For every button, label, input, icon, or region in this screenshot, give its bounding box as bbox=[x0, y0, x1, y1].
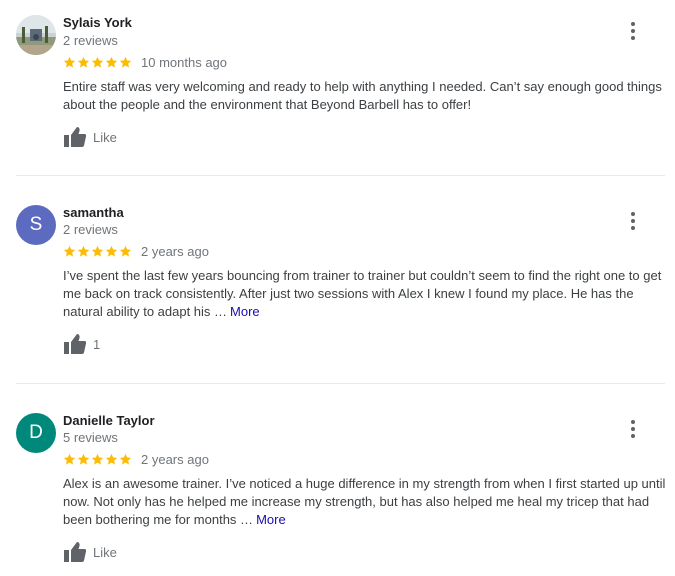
star-icon bbox=[77, 453, 90, 465]
star-icon bbox=[63, 453, 76, 465]
avatar[interactable] bbox=[16, 15, 56, 55]
avatar[interactable]: D bbox=[16, 413, 56, 453]
reviewer-name[interactable]: Danielle Taylor bbox=[63, 413, 155, 428]
review-date: 10 months ago bbox=[141, 54, 228, 70]
thumb-up-icon bbox=[64, 334, 87, 354]
star-rating bbox=[63, 453, 132, 466]
review-date: 2 years ago bbox=[141, 243, 209, 259]
more-vert-icon bbox=[631, 420, 635, 424]
like-button[interactable]: Like bbox=[63, 540, 117, 564]
thumb-up-icon bbox=[64, 127, 87, 147]
rating: 2 years ago bbox=[63, 451, 209, 467]
thumb-up-icon bbox=[64, 542, 87, 562]
more-link[interactable]: More bbox=[256, 512, 286, 527]
star-icon bbox=[119, 56, 132, 68]
star-icon bbox=[91, 56, 104, 68]
reviewer-name[interactable]: samantha bbox=[63, 205, 124, 220]
more-options-button[interactable] bbox=[624, 19, 642, 43]
star-icon bbox=[119, 453, 132, 465]
star-icon bbox=[63, 245, 76, 257]
more-vert-icon bbox=[631, 212, 635, 216]
star-icon bbox=[105, 245, 118, 257]
star-icon bbox=[91, 453, 104, 465]
review-date: 2 years ago bbox=[141, 451, 209, 467]
review-text: I’ve spent the last few years bouncing f… bbox=[63, 267, 669, 321]
more-vert-icon bbox=[631, 22, 635, 26]
star-icon bbox=[105, 453, 118, 465]
star-icon bbox=[77, 245, 90, 257]
avatar[interactable]: S bbox=[16, 205, 56, 245]
profile-photo bbox=[16, 15, 56, 55]
more-options-button[interactable] bbox=[624, 417, 642, 441]
like-label: Like bbox=[93, 544, 117, 560]
rating: 10 months ago bbox=[63, 54, 227, 70]
avatar-initial: S bbox=[29, 214, 43, 235]
star-icon bbox=[77, 56, 90, 68]
more-options-button[interactable] bbox=[624, 209, 642, 233]
review-text: Alex is an awesome trainer. I’ve noticed… bbox=[63, 475, 669, 529]
like-label: Like bbox=[93, 129, 117, 145]
like-button[interactable]: Like bbox=[63, 125, 117, 149]
rating: 2 years ago bbox=[63, 243, 209, 259]
star-icon bbox=[119, 245, 132, 257]
like-button[interactable]: 1 bbox=[63, 332, 100, 356]
avatar-initial: D bbox=[29, 422, 43, 443]
star-icon bbox=[91, 245, 104, 257]
review-count: 2 reviews bbox=[63, 33, 118, 48]
star-rating bbox=[63, 245, 132, 258]
review-count: 5 reviews bbox=[63, 430, 118, 445]
more-link[interactable]: More bbox=[230, 304, 260, 319]
reviewer-name[interactable]: Sylais York bbox=[63, 15, 132, 30]
review-card: S samantha 2 reviews 2 years ago I’ve sp… bbox=[0, 176, 675, 384]
review-card: Sylais York 2 reviews 10 months ago Enti… bbox=[0, 0, 675, 176]
review-count: 2 reviews bbox=[63, 222, 118, 237]
review-text: Entire staff was very welcoming and read… bbox=[63, 78, 669, 114]
review-card: D Danielle Taylor 5 reviews 2 years ago … bbox=[0, 384, 675, 576]
star-icon bbox=[63, 56, 76, 68]
star-icon bbox=[105, 56, 118, 68]
star-rating bbox=[63, 56, 132, 69]
review-text-body: Entire staff was very welcoming and read… bbox=[63, 79, 662, 112]
review-text-body: Alex is an awesome trainer. I’ve noticed… bbox=[63, 476, 666, 527]
like-count: 1 bbox=[93, 336, 101, 352]
review-text-body: I’ve spent the last few years bouncing f… bbox=[63, 268, 662, 319]
